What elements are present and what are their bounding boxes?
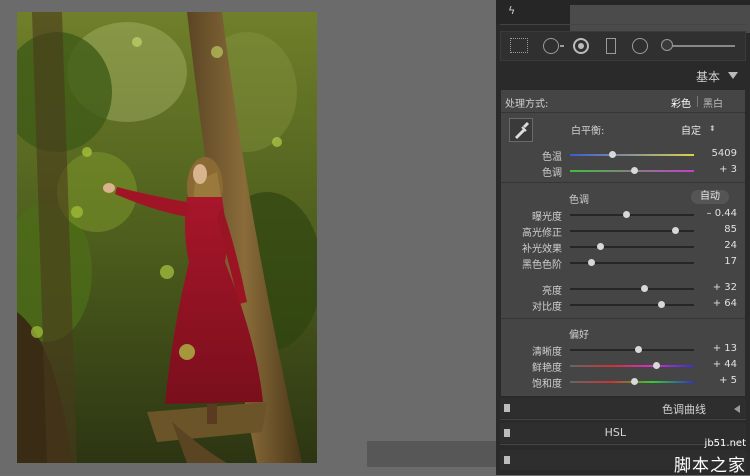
photo-preview[interactable] <box>17 12 317 463</box>
treatment-divider <box>697 96 698 107</box>
slider-value[interactable]: 17 <box>697 256 737 267</box>
slider-track[interactable] <box>570 154 694 156</box>
presence-label: 偏好 <box>569 330 589 341</box>
slider-thumb[interactable] <box>672 227 680 234</box>
auto-tone-button[interactable]: 自动 <box>691 190 729 204</box>
slider-value[interactable]: + 32 <box>697 282 737 293</box>
slider-label: 色调 <box>542 168 562 179</box>
expand-triangle-icon[interactable] <box>734 405 740 413</box>
slider-label: 饱和度 <box>532 379 562 390</box>
spot-removal-arrow-icon <box>560 45 564 47</box>
slider-label: 清晰度 <box>532 347 562 358</box>
divider <box>501 318 745 319</box>
collapse-triangle-icon[interactable] <box>728 72 738 79</box>
slider-thumb[interactable] <box>652 362 660 369</box>
section-toggle-icon[interactable] <box>504 456 510 464</box>
slider-thumb[interactable] <box>631 378 639 385</box>
basic-section-body: 处理方式: 彩色 黑白 白平衡: 自定 ⬍ 色温 5409 色调 + 3 色调 自动 … <box>501 90 745 396</box>
basic-section-header[interactable]: 基本 <box>500 64 746 88</box>
tone-label: 色调 <box>569 195 589 206</box>
slider-thumb[interactable] <box>588 259 596 266</box>
brush-slider-track <box>671 45 735 47</box>
slider-thumb[interactable] <box>596 243 604 250</box>
dropdown-arrow-icon[interactable]: ⬍ <box>709 124 716 133</box>
slider-track[interactable] <box>570 214 694 216</box>
slider-label: 高光修正 <box>522 228 562 239</box>
slider-thumb[interactable] <box>631 167 639 174</box>
slider-value[interactable]: + 3 <box>697 164 737 175</box>
slider-label: 补光效果 <box>522 244 562 255</box>
adjustment-brush-slider[interactable] <box>661 38 737 54</box>
slider-label: 鲜艳度 <box>532 363 562 374</box>
radial-filter-icon[interactable] <box>632 38 648 54</box>
slider-thumb[interactable] <box>657 301 665 308</box>
white-balance-dropdown[interactable]: 自定 <box>681 122 701 137</box>
white-balance-eyedropper[interactable] <box>509 118 533 142</box>
tool-strip <box>500 31 746 61</box>
slider-thumb[interactable] <box>635 346 643 353</box>
slider-track[interactable] <box>570 349 694 351</box>
hsl-title: HSL <box>604 426 626 439</box>
slider-label: 亮度 <box>542 286 562 297</box>
slider-value[interactable]: 85 <box>697 224 737 235</box>
tone-curve-title: 色调曲线 <box>662 403 706 416</box>
divider <box>501 112 745 113</box>
slider-track[interactable] <box>570 246 694 248</box>
eyedropper-icon <box>515 122 529 139</box>
canvas-corner-overlay <box>367 441 496 467</box>
divider <box>500 24 746 25</box>
slider-value[interactable]: + 13 <box>697 343 737 354</box>
brush-slider-knob[interactable] <box>661 39 673 51</box>
photo-canvas[interactable] <box>0 0 496 475</box>
crop-grid-icon[interactable] <box>510 38 528 53</box>
slider-value[interactable]: 5409 <box>697 148 737 159</box>
slider-label: 色温 <box>542 152 562 163</box>
watermark-text: 脚本之家 <box>674 456 746 476</box>
watermark: jb51.net 脚本之家 <box>666 438 750 476</box>
treatment-row: 处理方式: 彩色 黑白 <box>501 90 745 112</box>
slider-label: 黑色色阶 <box>522 260 562 271</box>
slider-thumb[interactable] <box>622 211 630 218</box>
spot-removal-icon[interactable] <box>543 38 559 54</box>
section-toggle-icon[interactable] <box>504 404 510 412</box>
slider-value[interactable]: 24 <box>697 240 737 251</box>
slider-value[interactable]: – 0.44 <box>697 208 737 219</box>
slider-value[interactable]: + 5 <box>697 375 737 386</box>
slider-track[interactable] <box>570 288 694 290</box>
tone-curve-section-header[interactable]: 色调曲线 <box>500 398 746 418</box>
slider-track[interactable] <box>570 365 694 367</box>
white-balance-label: 白平衡: <box>571 126 605 137</box>
slider-track[interactable] <box>570 304 694 306</box>
treatment-label: 处理方式: <box>505 99 549 110</box>
slider-label: 对比度 <box>532 302 562 313</box>
photo-image <box>17 12 317 463</box>
basic-section-title: 基本 <box>695 70 720 84</box>
histogram-overlay <box>570 5 750 33</box>
lightning-icon[interactable]: ϟ <box>508 4 515 17</box>
treatment-bw-option[interactable]: 黑白 <box>703 95 723 110</box>
slider-label: 曝光度 <box>532 212 562 223</box>
red-eye-icon[interactable] <box>573 38 589 54</box>
slider-thumb[interactable] <box>609 151 617 158</box>
treatment-color-option[interactable]: 彩色 <box>671 95 691 110</box>
divider <box>501 182 745 183</box>
graduated-filter-icon[interactable] <box>606 38 616 54</box>
watermark-url: jb51.net <box>704 438 746 449</box>
develop-panel: ϟ 基本 处理方式: 彩色 黑白 白平衡: 自定 ⬍ 色温 5409 色调 + … <box>496 0 750 475</box>
slider-thumb[interactable] <box>641 285 649 292</box>
slider-value[interactable]: + 44 <box>697 359 737 370</box>
section-toggle-icon[interactable] <box>504 429 510 437</box>
divider <box>500 419 746 420</box>
slider-value[interactable]: + 64 <box>697 298 737 309</box>
